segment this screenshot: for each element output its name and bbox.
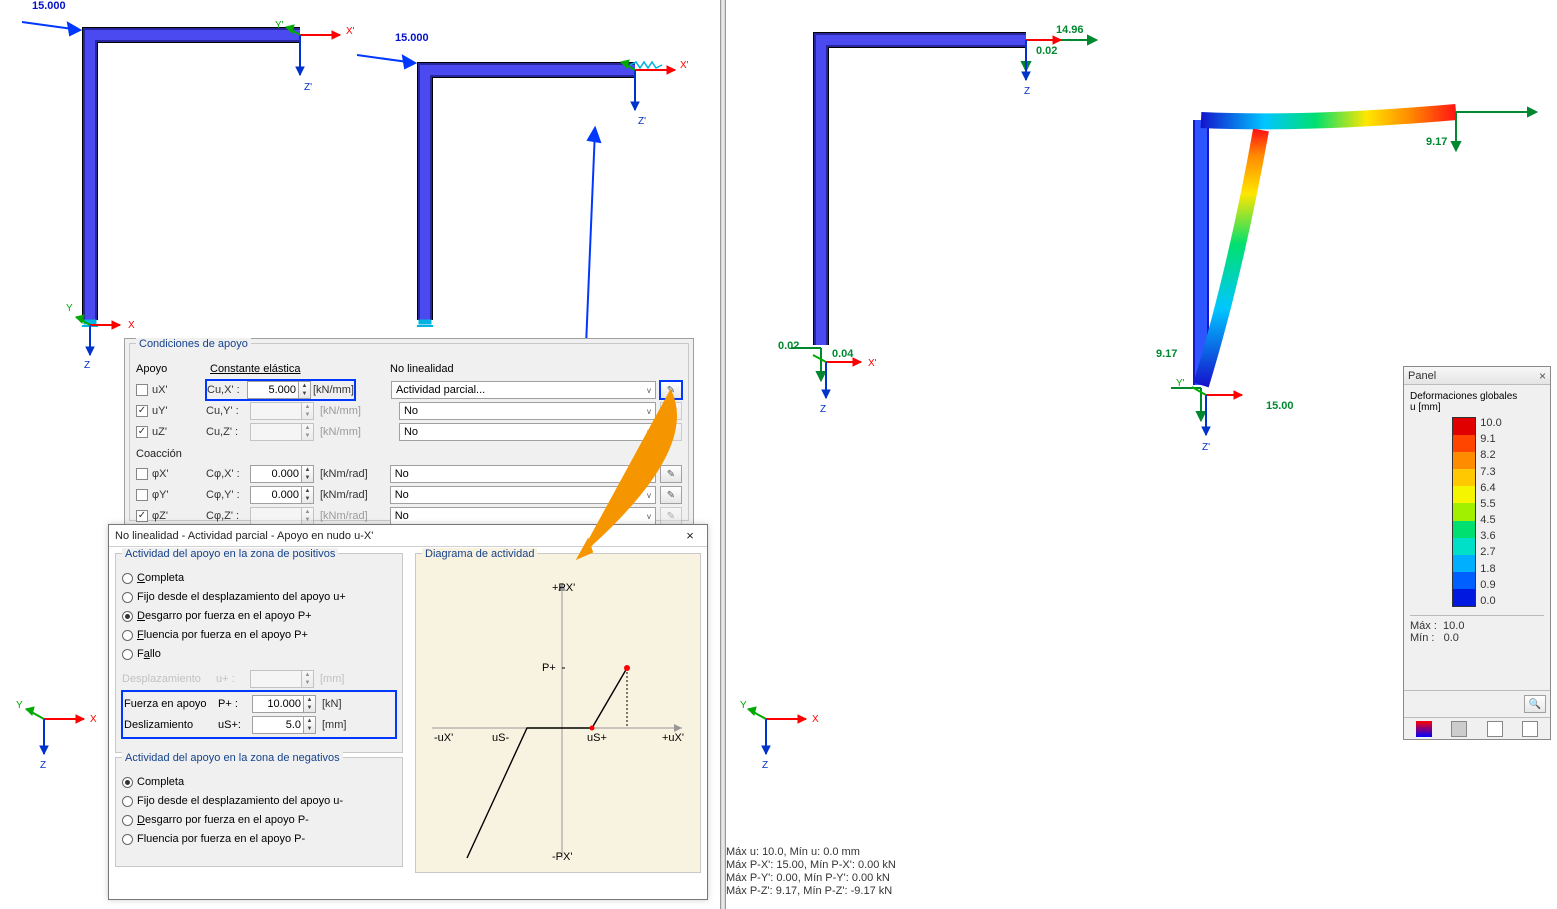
partial-activity-dialog: No linealidad - Actividad parcial - Apoy… xyxy=(108,524,708,900)
svg-text:+uX': +uX' xyxy=(662,732,684,744)
svg-text:P+: P+ xyxy=(542,662,556,674)
panel-icon-4[interactable] xyxy=(1522,721,1538,737)
legend-panel[interactable]: Panel× Deformaciones globales u [mm] 10.… xyxy=(1403,366,1551,740)
radio-pos-fallo[interactable]: Fallo xyxy=(122,645,396,663)
load-value-1: 15.000 xyxy=(32,0,66,12)
checkbox-uy[interactable] xyxy=(136,405,148,417)
checkbox-phiy[interactable] xyxy=(136,489,148,501)
panel-icon-3[interactable] xyxy=(1487,721,1503,737)
checkbox-phix[interactable] xyxy=(136,468,148,480)
radio-pos-completa[interactable]: CCompletaompleta xyxy=(122,569,396,587)
activity-diagram: +PX' -PX' +uX' -uX' P+ uS- uS+ xyxy=(422,568,692,863)
color-scale xyxy=(1452,417,1476,607)
spinner-us-plus[interactable]: ▲▼ xyxy=(252,716,316,734)
load-value-2: 15.000 xyxy=(395,32,429,44)
svg-text:uS+: uS+ xyxy=(587,732,607,744)
spinner-cphix[interactable]: ▲▼ xyxy=(250,465,314,483)
radio-neg-desgarro[interactable]: Desgarro por fuerza en el apoyo P- xyxy=(122,811,396,829)
spinner-cphiy[interactable]: ▲▼ xyxy=(250,486,314,504)
radio-pos-desgarro[interactable]: Desgarro por fuerza en el apoyo P+ xyxy=(122,607,396,625)
radio-pos-fluencia[interactable]: Fluencia por fuerza en el apoyo P+ xyxy=(122,626,396,644)
panel-zoom-button[interactable]: 🔍 xyxy=(1524,695,1546,713)
panel-close-icon[interactable]: × xyxy=(1539,369,1546,383)
svg-text:uS-: uS- xyxy=(492,732,509,744)
panel-icon-1[interactable] xyxy=(1416,721,1432,737)
radio-pos-fijo[interactable]: Fijo desde el desplazamiento del apoyo u… xyxy=(122,588,396,606)
result-stats: Máx u: 10.0, Mín u: 0.0 mm Máx P-X': 15.… xyxy=(726,846,896,898)
svg-text:-uX': -uX' xyxy=(434,732,453,744)
svg-text:-PX': -PX' xyxy=(552,851,572,863)
panel-icon-2[interactable] xyxy=(1451,721,1467,737)
checkbox-phiz[interactable] xyxy=(136,510,148,522)
group-title: Condiciones de apoyo xyxy=(136,338,251,350)
spinner-cux[interactable]: ▲▼ xyxy=(247,381,311,399)
spinner-p-plus[interactable]: ▲▼ xyxy=(252,695,316,713)
panel-title: Panel xyxy=(1408,370,1436,382)
radio-neg-fijo[interactable]: Fijo desde el desplazamiento del apoyo u… xyxy=(122,792,396,810)
radio-neg-completa[interactable]: Completa xyxy=(122,773,396,791)
checkbox-uz[interactable] xyxy=(136,426,148,438)
checkbox-ux[interactable] xyxy=(136,384,148,396)
radio-neg-fluencia[interactable]: Fluencia por fuerza en el apoyo P- xyxy=(122,830,396,848)
svg-text:+PX': +PX' xyxy=(552,582,575,594)
color-ticks: 10.09.1 8.27.3 6.45.5 4.53.6 2.71.8 0.90… xyxy=(1480,417,1501,607)
